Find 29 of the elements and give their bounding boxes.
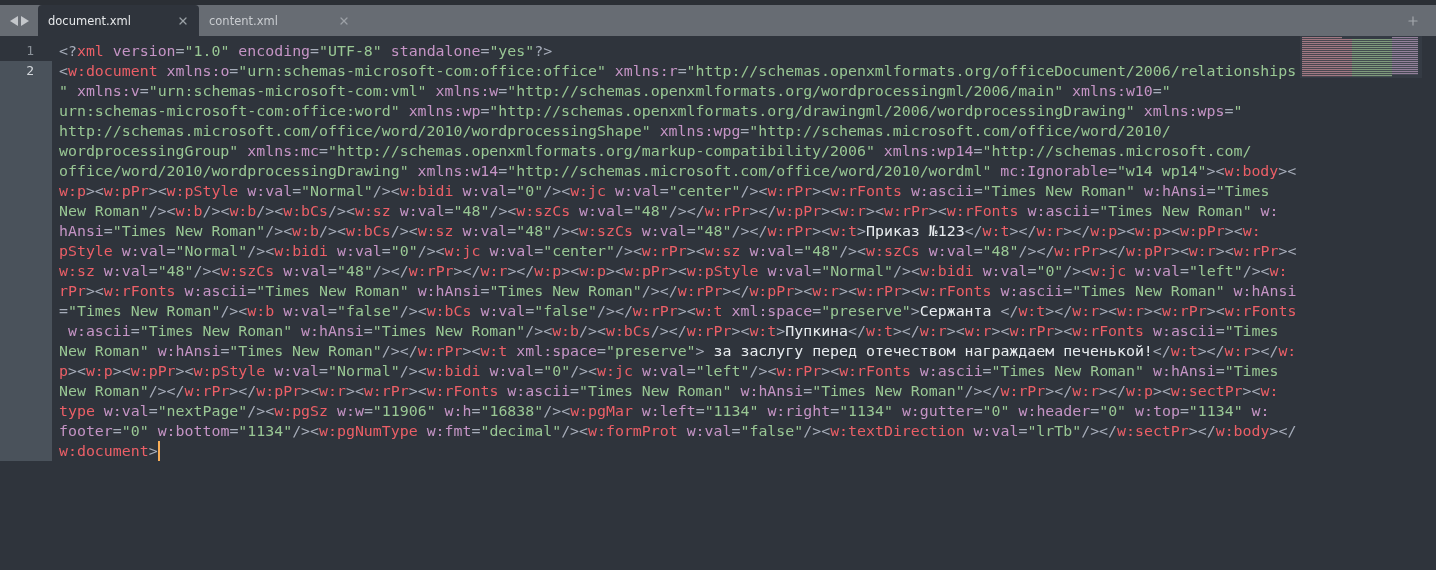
code-line: pStyle w:val="Normal"/><w:bidi w:val="0"/><w:jc w:val="center"/><w:rPr><w:sz w:val="48"/><w:szCs w:val="48"/></w:rPr></w:pPr><w:r><w:rPr><: [59, 241, 1297, 261]
add-tab-icon[interactable]: [1406, 14, 1420, 28]
code-line: type w:val="nextPage"/><w:pgSz w:w="11906" w:h="16838"/><w:pgMar w:left="1134" w:right="1134" w:gutter="0" w:header="0" w:top="1134" w:: [59, 401, 1270, 421]
code-line: <?xml version="1.0" encoding="UTF-8" standalone="yes"?>: [59, 41, 553, 61]
code-line: New Roman"/></w:rPr></w:pPr><w:r><w:rPr><w:rFonts w:ascii="Times New Roman" w:hAnsi="Times New Roman"/></w:rPr></w:r></w:p><w:sectPr><w:: [59, 381, 1279, 401]
code-line: wordprocessingGroup" xmlns:mc="http://schemas.openxmlformats.org/markup-compatibility/2006" xmlns:wp14="http://schemas.microsoft.com/: [59, 141, 1252, 161]
code-line: <w:document xmlns:o="urn:schemas-microsoft-com:office:office" xmlns:r="http://schemas.openxmlformats.org/officeDocument/2006/relationships: [59, 61, 1297, 81]
text-cursor: [157, 441, 160, 461]
code-line: New Roman" w:hAnsi="Times New Roman"/></w:rPr><w:t xml:space="preserve"> за заслугу перед отечеством награждаем печенькой!</w:t></w:r></w:: [59, 341, 1297, 361]
code-line: New Roman"/><w:b/><w:b/><w:bCs/><w:sz w:val="48"/><w:szCs w:val="48"/></w:rPr></w:pPr><w:r><w:rPr><w:rFonts w:ascii="Times New Roman" w:: [59, 201, 1279, 221]
code-line: office/word/2010/wordprocessingDrawing" xmlns:w14="http://schemas.microsoft.com/office/word/2010/wordml" mc:Ignorable="w14 wp14"><w:body><: [59, 161, 1297, 181]
forward-arrow-icon[interactable]: [20, 15, 29, 26]
code-line: w:document>: [59, 441, 158, 461]
code-line: urn:schemas-microsoft-com:office:word" xmlns:wp="http://schemas.openxmlformats.org/drawingml/2006/wordprocessingDrawing" xmlns:wps=": [59, 101, 1243, 121]
code-line: ="Times New Roman"/><w:b w:val="false"/><w:bCs w:val="false"/></w:rPr><w:t xml:space="preserve">Сержанта </w:t></w:r><w:r><w:rPr><w:rFonts: [59, 301, 1297, 321]
code-line: w:ascii="Times New Roman" w:hAnsi="Times New Roman"/><w:b/><w:bCs/></w:rPr><w:t>Пупкина</w:t></w:r><w:r><w:rPr><w:rFonts w:ascii="Times: [66, 321, 1279, 341]
code-line: " xmlns:v="urn:schemas-microsoft-com:vml" xmlns:w="http://schemas.openxmlformats.org/wordprocessingml/2006/main" xmlns:w10=": [59, 81, 1171, 101]
code-line: footer="0" w:bottom="1134"/><w:pgNumType w:fmt="decimal"/><w:formProt w:val="false"/><w:textDirection w:val="lrTb"/></w:sectPr></w:body></: [59, 421, 1297, 441]
code-line: w:p><w:pPr><w:pStyle w:val="Normal"/><w:bidi w:val="0"/><w:jc w:val="center"/><w:rPr><w:rFonts w:ascii="Times New Roman" w:hAnsi="Times: [59, 181, 1270, 201]
code-line: w:sz w:val="48"/><w:szCs w:val="48"/></w:rPr></w:r></w:p><w:p><w:pPr><w:pStyle w:val="Normal"/><w:bidi w:val="0"/><w:jc w:val="left"/><w:: [59, 261, 1288, 281]
editor-tab[interactable]: document.xml: [38, 5, 199, 36]
back-arrow-icon[interactable]: [9, 15, 18, 26]
line-number: 1: [25, 42, 35, 60]
code-line: http://schemas.microsoft.com/office/word/2010/wordprocessingShape" xmlns:wpg="http://schemas.microsoft.com/office/word/2010/: [59, 121, 1171, 141]
code-line: rPr><w:rFonts w:ascii="Times New Roman" w:hAnsi="Times New Roman"/></w:rPr></w:pPr><w:r><w:rPr><w:rFonts w:ascii="Times New Roman" w:hAnsi: [59, 281, 1297, 301]
code-line: p><w:p><w:pPr><w:pStyle w:val="Normal"/><w:bidi w:val="0"/><w:jc w:val="left"/><w:rPr><w:rFonts w:ascii="Times New Roman" w:hAnsi="Times: [59, 361, 1279, 381]
minimap-drawing[interactable]: [1300, 36, 1422, 78]
code-line: hAnsi="Times New Roman"/><w:b/><w:bCs/><w:sz w:val="48"/><w:szCs w:val="48"/></w:rPr><w:t>Приказ №123</w:t></w:r></w:p><w:p><w:pPr><w:: [59, 221, 1261, 241]
line-number: 2: [25, 62, 35, 80]
